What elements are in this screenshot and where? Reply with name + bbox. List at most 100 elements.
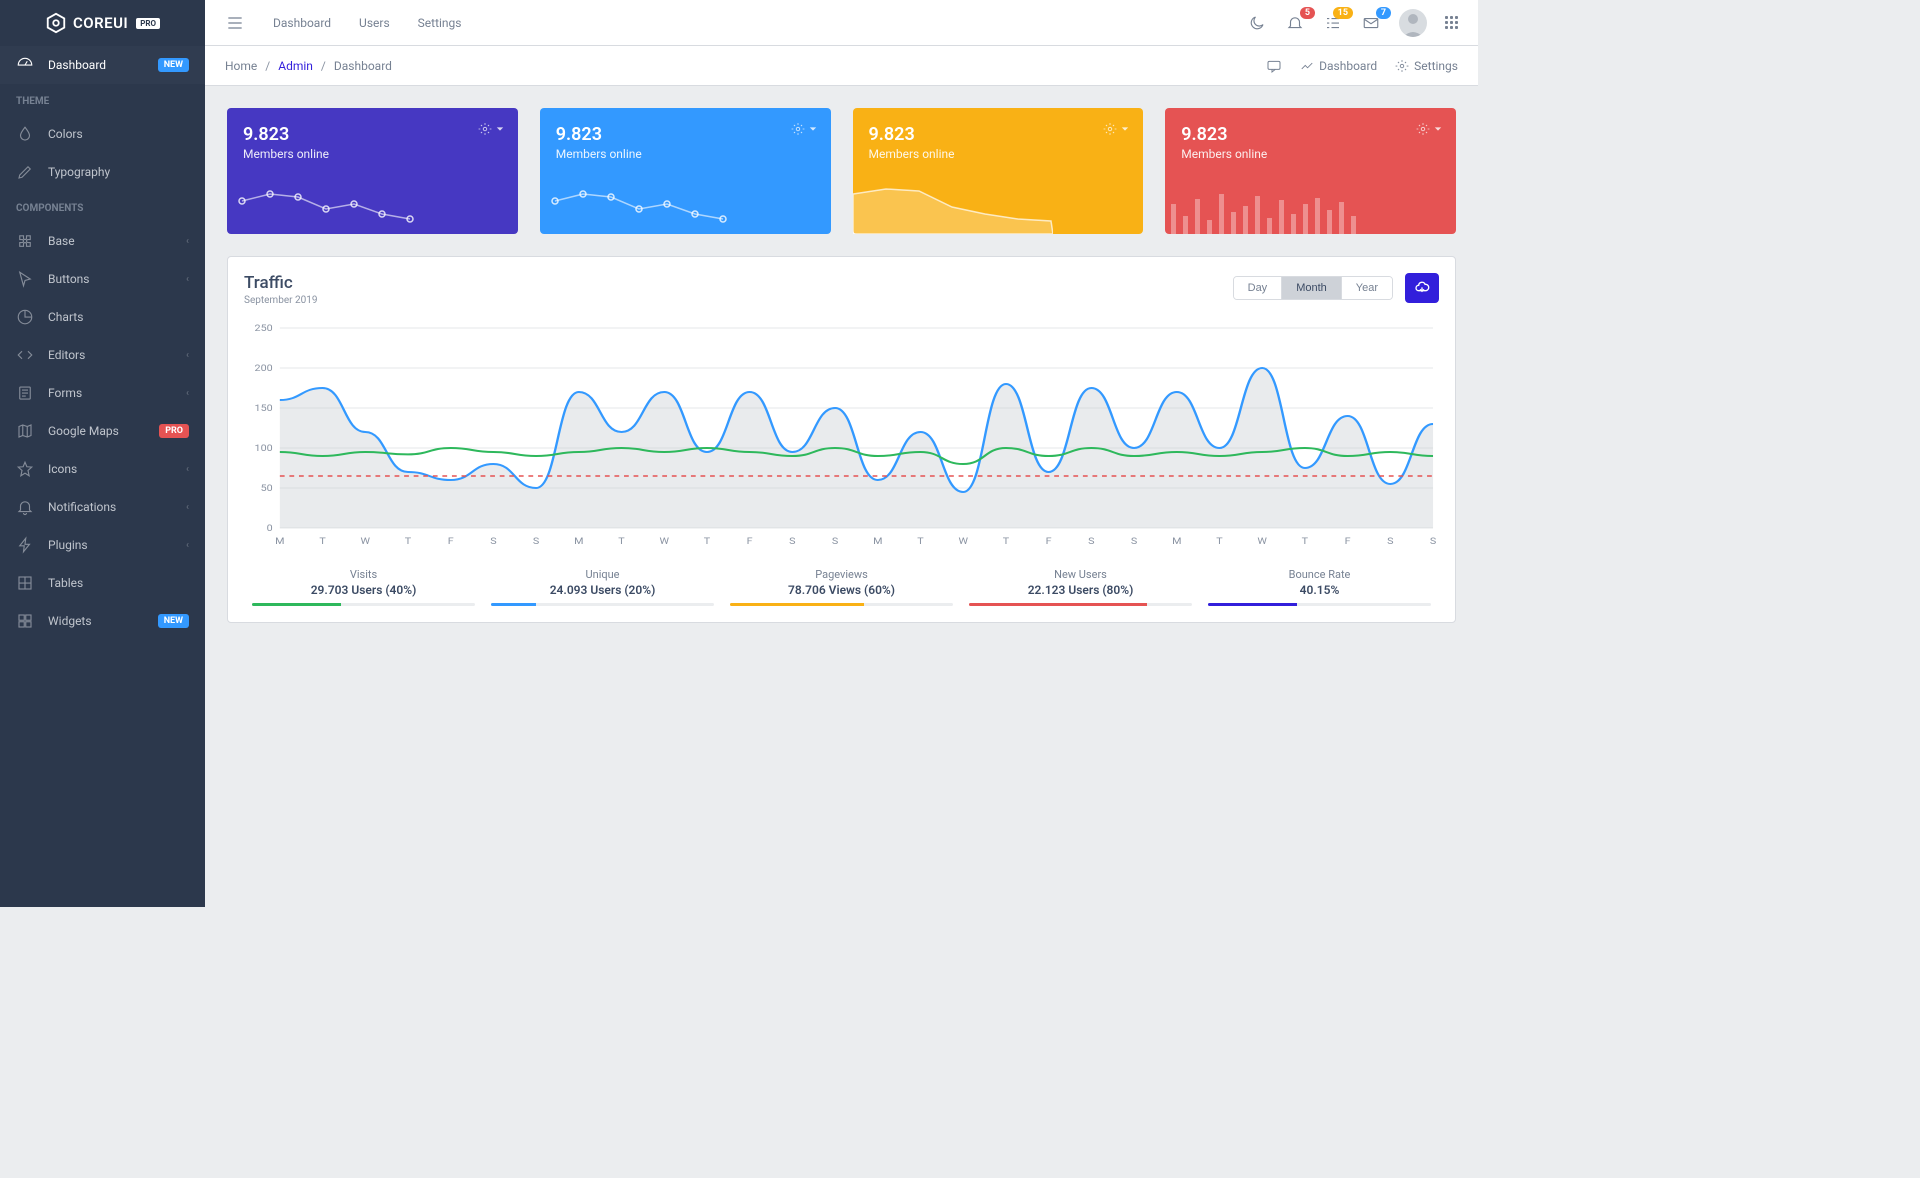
menu-toggle-icon[interactable] [225, 13, 245, 33]
avatar-image [1399, 9, 1427, 37]
sidebar-item-googlemaps[interactable]: Google Maps PRO [0, 412, 205, 450]
sidebar-item-label: Charts [48, 310, 189, 324]
bell-icon [16, 498, 34, 516]
traffic-title: Traffic [244, 273, 317, 293]
badge-count: 15 [1333, 7, 1353, 19]
sparkline-icon [540, 179, 740, 234]
caret-down-icon [809, 125, 817, 133]
stat-value: 29.703 Users (40%) [252, 583, 475, 597]
stat-progress [969, 603, 1192, 606]
svg-text:T: T [1003, 537, 1010, 547]
svg-text:F: F [448, 537, 455, 547]
period-toggle: Day Month Year [1233, 276, 1393, 300]
sidebar-item-label: Notifications [48, 500, 186, 514]
notifications-button[interactable]: 5 [1285, 13, 1305, 33]
widget-label: Members online [556, 147, 815, 161]
widget-value: 9.823 [869, 124, 1128, 145]
svg-text:T: T [704, 537, 711, 547]
widget-settings-button[interactable] [478, 122, 504, 136]
header-nav-settings[interactable]: Settings [418, 16, 462, 30]
sidebar-item-icons[interactable]: Icons ‹ [0, 450, 205, 488]
caret-down-icon [1434, 125, 1442, 133]
svg-text:F: F [1046, 537, 1053, 547]
subheader-settings-link[interactable]: Settings [1395, 59, 1458, 73]
badge-count: 5 [1300, 7, 1315, 19]
svg-text:T: T [319, 537, 326, 547]
sidebar-item-notifications[interactable]: Notifications ‹ [0, 488, 205, 526]
speedometer-icon [16, 56, 34, 74]
brand[interactable]: COREUI PRO [0, 0, 205, 46]
header-nav-dashboard[interactable]: Dashboard [273, 16, 331, 30]
chevron-left-icon: ‹ [186, 274, 189, 285]
sidebar-item-buttons[interactable]: Buttons ‹ [0, 260, 205, 298]
stat-label: Bounce Rate [1208, 568, 1431, 581]
stat-label: Pageviews [730, 568, 953, 581]
widget-settings-button[interactable] [1103, 122, 1129, 136]
tasks-button[interactable]: 15 [1323, 13, 1343, 33]
sidebar-item-typography[interactable]: Typography [0, 153, 205, 191]
period-year-button[interactable]: Year [1341, 277, 1392, 299]
sidebar-item-editors[interactable]: Editors ‹ [0, 336, 205, 374]
cursor-icon [16, 270, 34, 288]
grid-icon [16, 574, 34, 592]
sidebar-item-charts[interactable]: Charts [0, 298, 205, 336]
chevron-left-icon: ‹ [186, 464, 189, 475]
puzzle-icon [16, 232, 34, 250]
svg-text:250: 250 [255, 324, 273, 334]
svg-text:100: 100 [255, 444, 273, 454]
header: Dashboard Users Settings 5 15 7 [205, 0, 1478, 46]
subheader-settings-label: Settings [1414, 59, 1458, 73]
stat-item: Pageviews 78.706 Views (60%) [722, 568, 961, 606]
caret-down-icon [496, 125, 504, 133]
sidebar-item-forms[interactable]: Forms ‹ [0, 374, 205, 412]
notes-icon [16, 384, 34, 402]
sidebar-item-tables[interactable]: Tables [0, 564, 205, 602]
cloud-download-icon [1414, 280, 1430, 296]
gear-icon [791, 122, 805, 136]
widget-label: Members online [243, 147, 502, 161]
period-day-button[interactable]: Day [1234, 277, 1282, 299]
bolt-icon [16, 536, 34, 554]
svg-text:T: T [917, 537, 924, 547]
messages-button[interactable]: 7 [1361, 13, 1381, 33]
svg-text:T: T [405, 537, 412, 547]
widget-value: 9.823 [556, 124, 815, 145]
svg-text:T: T [618, 537, 625, 547]
svg-text:S: S [490, 537, 497, 547]
download-button[interactable] [1405, 273, 1439, 303]
period-month-button[interactable]: Month [1281, 277, 1341, 299]
sidebar-item-dashboard[interactable]: Dashboard NEW [0, 46, 205, 84]
caret-down-icon [1121, 125, 1129, 133]
breadcrumb-admin[interactable]: Admin [278, 59, 313, 73]
nav-title-components: COMPONENTS [0, 191, 205, 222]
theme-toggle-button[interactable] [1247, 13, 1267, 33]
svg-text:M: M [574, 537, 583, 547]
apps-button[interactable] [1445, 16, 1458, 29]
svg-text:W: W [360, 537, 370, 547]
sidebar-item-base[interactable]: Base ‹ [0, 222, 205, 260]
sidebar-item-plugins[interactable]: Plugins ‹ [0, 526, 205, 564]
sidebar-item-colors[interactable]: Colors [0, 115, 205, 153]
avatar[interactable] [1399, 9, 1427, 37]
svg-text:W: W [958, 537, 968, 547]
widget-settings-button[interactable] [791, 122, 817, 136]
chevron-left-icon: ‹ [186, 502, 189, 513]
header-nav-users[interactable]: Users [359, 16, 390, 30]
graph-icon [1300, 59, 1314, 73]
svg-text:S: S [1430, 537, 1437, 547]
stat-item: Visits 29.703 Users (40%) [244, 568, 483, 606]
speech-icon[interactable] [1266, 58, 1282, 74]
sidebar-item-label: Google Maps [48, 424, 159, 438]
breadcrumb-home[interactable]: Home [225, 59, 257, 73]
sidebar-item-label: Typography [48, 165, 189, 179]
sidebar-item-widgets[interactable]: Widgets NEW [0, 602, 205, 640]
gear-icon [1395, 59, 1409, 73]
svg-text:W: W [1257, 537, 1267, 547]
sidebar-item-label: Plugins [48, 538, 186, 552]
drop-icon [16, 125, 34, 143]
sidebar-item-label: Colors [48, 127, 189, 141]
subheader-dashboard-link[interactable]: Dashboard [1300, 59, 1377, 73]
chevron-left-icon: ‹ [186, 540, 189, 551]
widget-settings-button[interactable] [1416, 122, 1442, 136]
sparkline-icon [1165, 179, 1365, 234]
